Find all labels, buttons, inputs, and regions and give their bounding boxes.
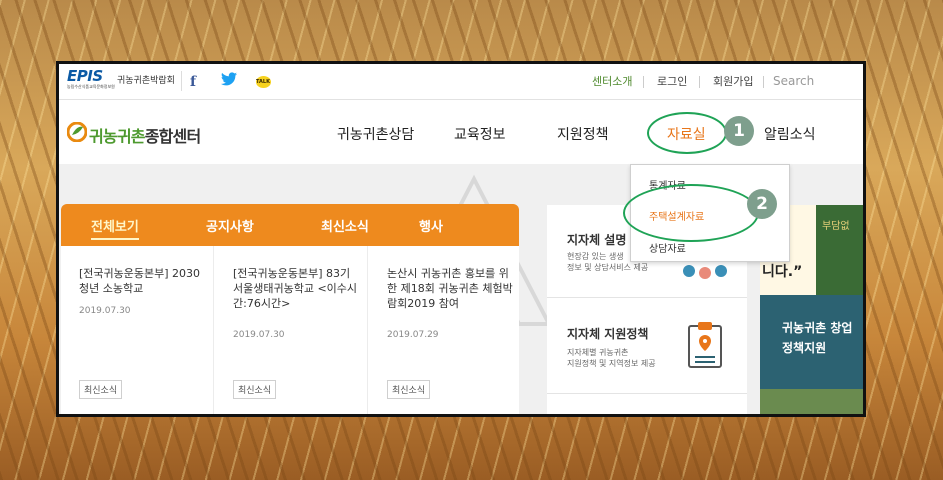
nav-counseling[interactable]: 귀농귀촌상담 — [337, 124, 414, 144]
epis-logo-subtext: 농림수산식품교육문화정보원 — [67, 84, 115, 89]
local-policy-desc: 지자체별 귀농귀촌 — [567, 348, 629, 357]
divider — [763, 76, 764, 88]
epis-logo-text: EPIS — [67, 67, 103, 85]
news-card[interactable]: [전국귀농운동본부] 83기 서울생태귀농학교 <이수시간:76시간> 2019… — [215, 246, 368, 414]
tab-notice[interactable]: 공지사항 — [206, 216, 254, 235]
local-policy-title: 지자체 지원정책 — [567, 327, 649, 341]
news-card-badge: 최신소식 — [387, 380, 431, 399]
clipboard-location-icon — [688, 322, 722, 368]
facebook-icon[interactable]: f — [183, 72, 203, 92]
kakaotalk-icon[interactable]: TALK — [253, 72, 273, 92]
highlight-ellipse-archive — [647, 112, 727, 154]
news-card-title: [전국귀농운동본부] 83기 서울생태귀농학교 <이수시간:76시간> — [233, 267, 358, 310]
consulting-people-icon — [683, 265, 727, 279]
top-utility-bar: EPIS 농림수산식품교육문화정보원 귀농귀촌박람회 f TALK 센터소개 로… — [59, 64, 863, 100]
tab-latest[interactable]: 최신소식 — [321, 216, 369, 235]
local-briefing-desc: 현장감 있는 생생 — [567, 252, 624, 261]
step-badge-1: 1 — [724, 116, 754, 146]
divider — [643, 76, 644, 88]
news-card-title: [전국귀농운동본부] 2030 청년 소농학교 — [79, 267, 201, 295]
news-card-date: 2019.07.29 — [387, 330, 439, 340]
startup-policy-line1: 귀농귀촌 창업 — [782, 321, 853, 335]
news-card-badge: 최신소식 — [233, 380, 277, 399]
browser-window: EPIS 농림수산식품교육문화정보원 귀농귀촌박람회 f TALK 센터소개 로… — [56, 61, 866, 417]
highlight-ellipse-housing-design — [623, 184, 759, 242]
cartoon-banner[interactable] — [760, 389, 863, 414]
quote-text: 니다.” — [762, 264, 803, 280]
news-card-date: 2019.07.30 — [79, 306, 131, 316]
leaf-logo-icon — [67, 122, 87, 142]
news-card[interactable]: 논산시 귀농귀촌 홍보를 위한 제18회 귀농귀촌 체험박람회2019 참여 2… — [369, 246, 521, 414]
signup-link[interactable]: 회원가입 — [713, 74, 753, 90]
center-intro-link[interactable]: 센터소개 — [592, 74, 632, 90]
local-briefing-title: 지자체 설명 — [567, 233, 627, 247]
logo-part1: 귀농귀촌 — [89, 127, 145, 146]
kakaotalk-bubble: TALK — [255, 76, 271, 88]
news-card-list: [전국귀농운동본부] 2030 청년 소농학교 2019.07.30 최신소식 … — [61, 246, 519, 414]
local-briefing-desc: 정보 및 상담서비스 제공 — [567, 263, 649, 272]
logo-part2: 종합센터 — [144, 127, 201, 146]
news-card-title: 논산시 귀농귀촌 홍보를 위한 제18회 귀농귀촌 체험박람회2019 참여 — [387, 267, 513, 310]
local-policy-box[interactable]: 지자체 지원정책 지자체별 귀농귀촌 지원정책 및 지역정보 제공 — [547, 297, 747, 394]
green-banner-text: 부담없 — [822, 221, 850, 232]
news-card-date: 2019.07.30 — [233, 330, 285, 340]
startup-policy-line2: 정책지원 — [782, 341, 827, 355]
search-input[interactable]: Search — [773, 74, 814, 88]
green-banner[interactable]: 부담없 — [816, 205, 863, 295]
divider — [699, 76, 700, 88]
step-badge-2: 2 — [747, 189, 777, 219]
news-card[interactable]: [전국귀농운동본부] 2030 청년 소농학교 2019.07.30 최신소식 — [61, 246, 214, 414]
site-logo-text: 귀농귀촌종합센터 — [89, 123, 201, 147]
login-link[interactable]: 로그인 — [657, 74, 687, 90]
epis-logo[interactable]: EPIS 농림수산식품교육문화정보원 — [67, 69, 119, 94]
twitter-icon[interactable] — [219, 72, 239, 92]
news-card-badge: 최신소식 — [79, 380, 123, 399]
nav-policy[interactable]: 지원정책 — [557, 124, 609, 144]
tab-all[interactable]: 전체보기 — [91, 216, 139, 240]
startup-policy-banner[interactable]: 귀농귀촌 창업 정책지원 — [760, 295, 863, 389]
dropdown-item-consulting[interactable]: 상담자료 — [649, 240, 686, 255]
nav-education[interactable]: 교육정보 — [454, 124, 506, 144]
tab-event[interactable]: 행사 — [419, 216, 443, 235]
nav-news[interactable]: 알림소식 — [764, 124, 816, 144]
local-policy-desc: 지원정책 및 지역정보 제공 — [567, 359, 656, 368]
news-tab-bar: 전체보기 공지사항 최신소식 행사 — [61, 204, 519, 246]
expo-link[interactable]: 귀농귀촌박람회 — [117, 71, 182, 91]
